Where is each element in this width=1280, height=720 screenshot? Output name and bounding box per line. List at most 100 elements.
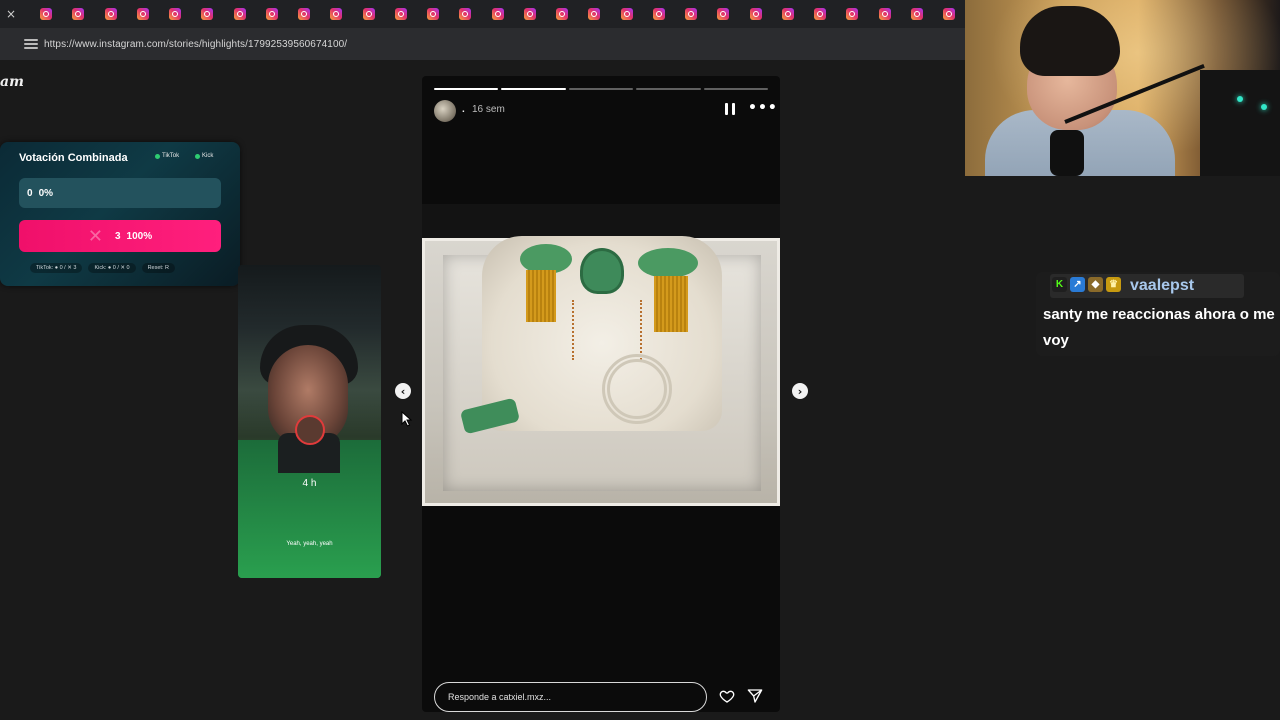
- fringe-right: [654, 276, 688, 332]
- pause-icon[interactable]: [725, 103, 735, 115]
- chat-username: vaalepst: [1130, 277, 1195, 294]
- browser-tab[interactable]: [191, 8, 223, 20]
- browser-tab[interactable]: [901, 8, 933, 20]
- kick-badge-icon: K: [1052, 277, 1067, 292]
- site-settings-icon[interactable]: [24, 39, 38, 49]
- tab-close-icon[interactable]: ×: [4, 7, 18, 21]
- browser-tab[interactable]: [739, 8, 771, 20]
- browser-address-bar[interactable]: https://www.instagram.com/stories/highli…: [0, 28, 965, 60]
- browser-tab[interactable]: [836, 8, 868, 20]
- browser-tab[interactable]: [320, 8, 352, 20]
- instagram-favicon-icon: [685, 8, 698, 20]
- instagram-favicon-icon: [717, 8, 730, 20]
- chat-message-text: santy me reaccionas ahora o me voy: [1043, 306, 1275, 349]
- led-light: [1237, 96, 1243, 102]
- browser-tab[interactable]: [30, 8, 62, 20]
- progress-segment: [434, 88, 499, 90]
- send-icon[interactable]: [747, 688, 763, 704]
- browser-tab[interactable]: [223, 8, 255, 20]
- option-2-percent: 100%: [126, 230, 153, 242]
- browser-tab[interactable]: [256, 8, 288, 20]
- progress-segment: [636, 88, 701, 90]
- platform-chip-kick: Kick: [195, 153, 213, 159]
- browser-tab[interactable]: [127, 8, 159, 20]
- instagram-favicon-icon: [394, 8, 407, 20]
- mouse-cursor-icon: [401, 411, 413, 427]
- vote-widget: Votación Combinada TikTok Kick 0 0% ✕ 3 …: [0, 142, 240, 286]
- story-avatar[interactable]: [434, 100, 456, 122]
- instagram-favicon-icon: [781, 8, 794, 20]
- browser-tab[interactable]: [159, 8, 191, 20]
- more-options-icon[interactable]: •••: [748, 100, 778, 116]
- browser-tab[interactable]: [772, 8, 804, 20]
- stat-tiktok: TikTok: ● 0 / ✕ 3: [30, 263, 83, 273]
- instagram-favicon-icon: [943, 8, 956, 20]
- browser-tab[interactable]: [578, 8, 610, 20]
- uniform-collar: [580, 248, 624, 294]
- previous-story-button[interactable]: ‹: [395, 383, 411, 399]
- browser-tab[interactable]: [288, 8, 320, 20]
- stat-reset: Reset: R: [141, 263, 175, 273]
- instagram-logo[interactable]: am: [0, 74, 24, 90]
- progress-segment: [501, 88, 566, 90]
- previous-story-preview[interactable]: 4 h Yeah, yeah, yeah: [238, 265, 381, 578]
- chat-badges: K ↗ ◆ ♛: [1052, 277, 1121, 292]
- crown-badge-icon: ♛: [1106, 277, 1121, 292]
- status-dot-icon: [155, 153, 160, 159]
- chevron-right-icon: ›: [797, 384, 803, 398]
- option-1-percent: 0%: [38, 187, 54, 199]
- option-2-count: 3: [114, 230, 121, 242]
- browser-tab[interactable]: [707, 8, 739, 20]
- story-progress-bar: [434, 88, 769, 90]
- browser-tab[interactable]: [514, 8, 546, 20]
- vote-option-1: 0 0%: [19, 178, 221, 208]
- browser-tab[interactable]: [804, 8, 836, 20]
- story-image: [422, 204, 780, 506]
- browser-tab[interactable]: [546, 8, 578, 20]
- instagram-favicon-icon: [104, 8, 117, 20]
- arrow-badge-icon: ↗: [1070, 277, 1085, 292]
- option-1-count: 0: [27, 187, 33, 199]
- browser-tab[interactable]: [643, 8, 675, 20]
- browser-tab[interactable]: [417, 8, 449, 20]
- instagram-favicon-icon: [620, 8, 633, 20]
- browser-tab[interactable]: [675, 8, 707, 20]
- story-username[interactable]: .: [462, 104, 465, 115]
- screen: × https://www.instagram.com/stories/high…: [0, 0, 1280, 720]
- instagram-favicon-icon: [846, 8, 859, 20]
- webcam-equipment: [1200, 70, 1280, 176]
- browser-tab[interactable]: [610, 8, 642, 20]
- url-text[interactable]: https://www.instagram.com/stories/highli…: [44, 39, 347, 50]
- uniform-braid: [572, 300, 642, 360]
- led-light: [1261, 104, 1267, 110]
- browser-tab[interactable]: [352, 8, 384, 20]
- instagram-favicon-icon: [523, 8, 536, 20]
- x-icon: ✕: [87, 225, 103, 247]
- preview-time: 4 h: [302, 478, 317, 489]
- instagram-favicon-icon: [201, 8, 214, 20]
- story-time: 16 sem: [472, 104, 505, 115]
- browser-tab[interactable]: [449, 8, 481, 20]
- chevron-left-icon: ‹: [400, 384, 406, 398]
- story-viewer[interactable]: . 16 sem •••: [422, 76, 780, 712]
- instagram-favicon-icon: [910, 8, 923, 20]
- uniform-sash: [602, 354, 672, 424]
- instagram-favicon-icon: [749, 8, 762, 20]
- instagram-favicon-icon: [588, 8, 601, 20]
- browser-tab[interactable]: [933, 8, 965, 20]
- instagram-favicon-icon: [298, 8, 311, 20]
- browser-tab[interactable]: [385, 8, 417, 20]
- instagram-page: am Votación Combinada TikTok Kick 0 0% ✕…: [0, 60, 965, 720]
- browser-tab[interactable]: [868, 8, 900, 20]
- browser-tab[interactable]: [62, 8, 94, 20]
- browser-tabstrip: ×: [0, 0, 965, 28]
- instagram-favicon-icon: [169, 8, 182, 20]
- instagram-favicon-icon: [878, 8, 891, 20]
- browser-tab[interactable]: [481, 8, 513, 20]
- vote-title: Votación Combinada: [19, 152, 128, 164]
- instagram-favicon-icon: [265, 8, 278, 20]
- next-story-button[interactable]: ›: [792, 383, 808, 399]
- browser-tab[interactable]: [94, 8, 126, 20]
- story-reply-input[interactable]: [434, 682, 707, 712]
- heart-icon[interactable]: [719, 688, 735, 704]
